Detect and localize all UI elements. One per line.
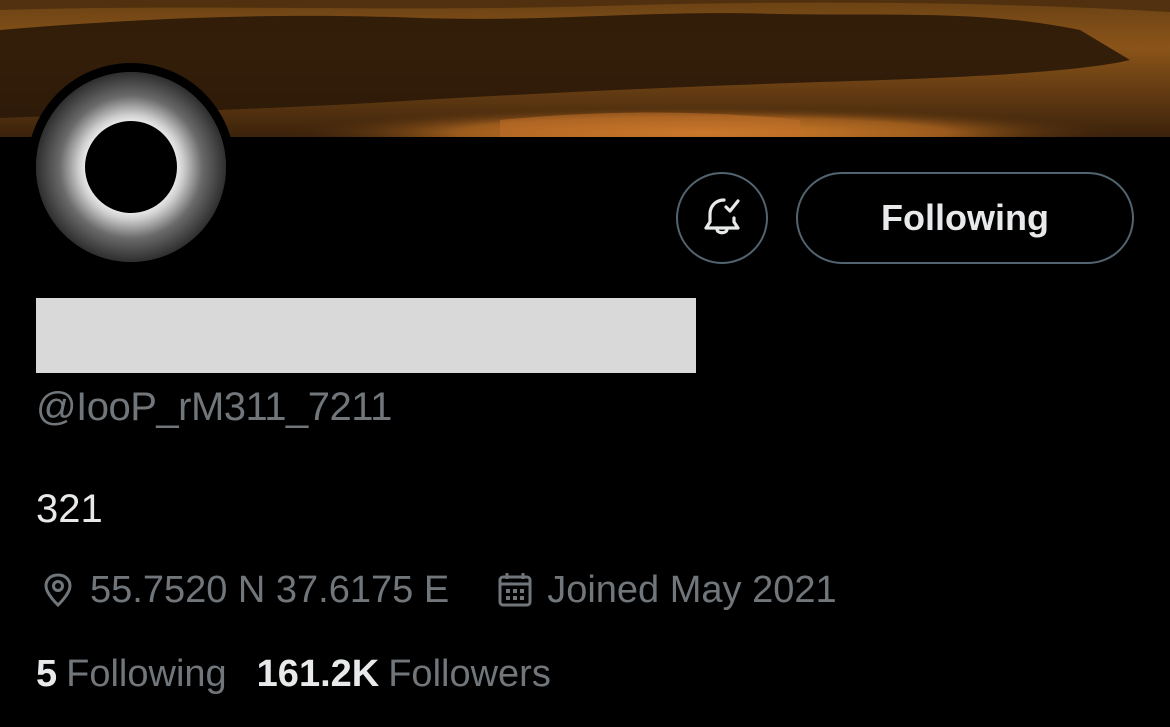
- profile-handle: @IooP_rM311_7211: [36, 385, 392, 429]
- bell-check-icon: [698, 192, 746, 245]
- followers-stat-link[interactable]: 161.2K Followers: [257, 653, 551, 696]
- calendar-icon: [493, 568, 537, 612]
- following-label: Following: [66, 653, 227, 695]
- profile-bio: 321: [36, 487, 103, 531]
- profile-avatar[interactable]: [27, 63, 235, 271]
- followers-count: 161.2K: [256, 653, 380, 695]
- location-text: 55.7520 N 37.6175 E: [90, 568, 450, 611]
- notifications-button[interactable]: [676, 172, 768, 264]
- display-name-redacted: [36, 298, 696, 373]
- location-item: 55.7520 N 37.6175 E: [36, 568, 449, 612]
- followers-label: Followers: [388, 653, 551, 695]
- following-stat-link[interactable]: 5 Following: [36, 653, 227, 696]
- location-pin-icon: [36, 568, 80, 612]
- profile-stats: 5 Following 161.2K Followers: [36, 653, 551, 696]
- profile-meta: 55.7520 N 37.6175 E Joined May 2021: [36, 568, 837, 612]
- joined-item: Joined May 2021: [493, 568, 837, 612]
- following-count: 5: [36, 653, 58, 695]
- eclipse-image: [36, 72, 226, 262]
- following-button[interactable]: Following: [796, 172, 1134, 264]
- joined-text: Joined May 2021: [547, 568, 837, 611]
